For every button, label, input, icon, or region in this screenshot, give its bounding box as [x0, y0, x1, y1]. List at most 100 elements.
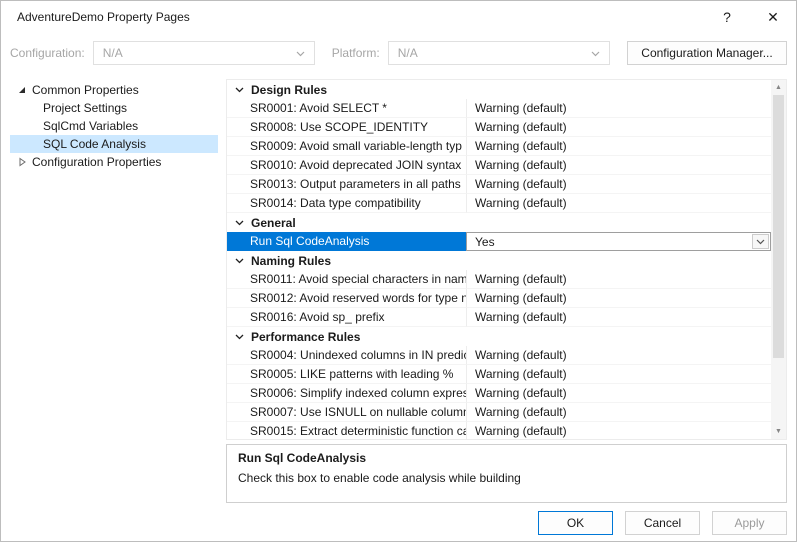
property-name: SR0011: Avoid special characters in nam: [227, 270, 466, 289]
chevron-down-icon: [235, 334, 244, 340]
main-area: Common Properties Project Settings SqlCm…: [1, 73, 796, 503]
property-name: SR0016: Avoid sp_ prefix: [227, 308, 466, 327]
section-header-general[interactable]: General: [227, 213, 771, 232]
scroll-down-icon[interactable]: ▼: [771, 424, 786, 439]
scrollbar-track[interactable]: [771, 95, 786, 424]
property-name: SR0015: Extract deterministic function c…: [227, 422, 466, 440]
tree-item-sqlcmd-variables[interactable]: SqlCmd Variables: [10, 117, 218, 135]
tree-item-label: SqlCmd Variables: [43, 119, 138, 133]
property-row[interactable]: SR0016: Avoid sp_ prefix Warning (defaul…: [227, 308, 771, 327]
configuration-bar: Configuration: N/A Platform: N/A Configu…: [1, 33, 796, 73]
right-pane: Design Rules SR0001: Avoid SELECT * Warn…: [226, 79, 787, 503]
property-value[interactable]: Warning (default): [466, 156, 771, 175]
configuration-dropdown: N/A: [93, 41, 315, 65]
property-row-run-sql-codeanalysis[interactable]: Run Sql CodeAnalysis Yes: [227, 232, 771, 251]
description-title: Run Sql CodeAnalysis: [238, 451, 775, 465]
chevron-down-icon: [296, 46, 305, 60]
property-row[interactable]: SR0011: Avoid special characters in nam …: [227, 270, 771, 289]
ok-button[interactable]: OK: [538, 511, 613, 535]
property-row[interactable]: SR0012: Avoid reserved words for type n …: [227, 289, 771, 308]
platform-label: Platform:: [332, 46, 380, 60]
section-header-naming-rules[interactable]: Naming Rules: [227, 251, 771, 270]
grid-scrollbar[interactable]: ▲ ▼: [771, 80, 786, 439]
description-panel: Run Sql CodeAnalysis Check this box to e…: [226, 444, 787, 503]
property-row[interactable]: SR0007: Use ISNULL on nullable column Wa…: [227, 403, 771, 422]
property-value[interactable]: Warning (default): [466, 308, 771, 327]
property-value: Yes: [475, 235, 495, 249]
property-name: SR0012: Avoid reserved words for type n: [227, 289, 466, 308]
tree-item-common-properties[interactable]: Common Properties: [10, 81, 218, 99]
property-value[interactable]: Warning (default): [466, 137, 771, 156]
chevron-down-icon: [591, 46, 600, 60]
property-row[interactable]: SR0005: LIKE patterns with leading % War…: [227, 365, 771, 384]
description-text: Check this box to enable code analysis w…: [238, 471, 775, 485]
property-value[interactable]: Warning (default): [466, 270, 771, 289]
property-row[interactable]: SR0015: Extract deterministic function c…: [227, 422, 771, 440]
tree-item-sql-code-analysis[interactable]: SQL Code Analysis: [10, 135, 218, 153]
configuration-manager-button[interactable]: Configuration Manager...: [627, 41, 787, 65]
property-row[interactable]: SR0013: Output parameters in all paths W…: [227, 175, 771, 194]
close-button[interactable]: ✕: [750, 1, 796, 33]
property-name: SR0004: Unindexed columns in IN predic: [227, 346, 466, 365]
section-title: General: [251, 216, 296, 230]
property-row[interactable]: SR0006: Simplify indexed column expres W…: [227, 384, 771, 403]
property-value[interactable]: Warning (default): [466, 365, 771, 384]
property-row[interactable]: SR0001: Avoid SELECT * Warning (default): [227, 99, 771, 118]
property-value[interactable]: Warning (default): [466, 289, 771, 308]
tree-item-project-settings[interactable]: Project Settings: [10, 99, 218, 117]
property-row[interactable]: SR0010: Avoid deprecated JOIN syntax War…: [227, 156, 771, 175]
property-name: SR0010: Avoid deprecated JOIN syntax: [227, 156, 466, 175]
chevron-down-icon: [235, 258, 244, 264]
property-value[interactable]: Warning (default): [466, 175, 771, 194]
section-header-design-rules[interactable]: Design Rules: [227, 80, 771, 99]
property-name: SR0006: Simplify indexed column expres: [227, 384, 466, 403]
chevron-down-icon: [235, 87, 244, 93]
tree-collapsed-icon[interactable]: [16, 157, 28, 167]
property-value[interactable]: Warning (default): [466, 99, 771, 118]
property-value[interactable]: Warning (default): [466, 194, 771, 213]
property-name: SR0013: Output parameters in all paths: [227, 175, 466, 194]
section-header-performance-rules[interactable]: Performance Rules: [227, 327, 771, 346]
scrollbar-thumb[interactable]: [773, 95, 784, 358]
property-name: SR0009: Avoid small variable-length typ: [227, 137, 466, 156]
scroll-up-icon[interactable]: ▲: [771, 80, 786, 95]
property-value[interactable]: Warning (default): [466, 346, 771, 365]
dialog-footer: OK Cancel Apply: [1, 503, 796, 542]
apply-button[interactable]: Apply: [712, 511, 787, 535]
category-tree: Common Properties Project Settings SqlCm…: [10, 79, 218, 503]
property-grid: Design Rules SR0001: Avoid SELECT * Warn…: [226, 79, 787, 440]
title-bar: AdventureDemo Property Pages ? ✕: [1, 1, 796, 33]
property-pages-dialog: AdventureDemo Property Pages ? ✕ Configu…: [0, 0, 797, 542]
titlebar-buttons: ? ✕: [704, 1, 796, 33]
section-title: Performance Rules: [251, 330, 360, 344]
value-dropdown-button[interactable]: [752, 234, 769, 249]
property-name: SR0007: Use ISNULL on nullable column: [227, 403, 466, 422]
tree-item-label: Project Settings: [43, 101, 127, 115]
tree-item-label: SQL Code Analysis: [43, 137, 146, 151]
property-name: Run Sql CodeAnalysis: [227, 232, 466, 251]
tree-expanded-icon[interactable]: [16, 85, 28, 95]
section-title: Design Rules: [251, 83, 327, 97]
property-row[interactable]: SR0004: Unindexed columns in IN predic W…: [227, 346, 771, 365]
tree-item-configuration-properties[interactable]: Configuration Properties: [10, 153, 218, 171]
help-button[interactable]: ?: [704, 1, 750, 33]
property-name: SR0001: Avoid SELECT *: [227, 99, 466, 118]
property-value[interactable]: Warning (default): [466, 403, 771, 422]
property-row[interactable]: SR0009: Avoid small variable-length typ …: [227, 137, 771, 156]
platform-dropdown: N/A: [388, 41, 610, 65]
tree-item-label: Common Properties: [32, 83, 139, 97]
property-name: SR0005: LIKE patterns with leading %: [227, 365, 466, 384]
property-value[interactable]: Warning (default): [466, 118, 771, 137]
tree-item-label: Configuration Properties: [32, 155, 161, 169]
property-row[interactable]: SR0008: Use SCOPE_IDENTITY Warning (defa…: [227, 118, 771, 137]
property-name: SR0008: Use SCOPE_IDENTITY: [227, 118, 466, 137]
section-title: Naming Rules: [251, 254, 331, 268]
property-value[interactable]: Warning (default): [466, 384, 771, 403]
cancel-button[interactable]: Cancel: [625, 511, 700, 535]
property-row[interactable]: SR0014: Data type compatibility Warning …: [227, 194, 771, 213]
property-value-editor[interactable]: Yes: [466, 232, 771, 251]
property-name: SR0014: Data type compatibility: [227, 194, 466, 213]
property-value[interactable]: Warning (default): [466, 422, 771, 440]
configuration-value: N/A: [103, 46, 123, 60]
window-title: AdventureDemo Property Pages: [17, 10, 190, 24]
